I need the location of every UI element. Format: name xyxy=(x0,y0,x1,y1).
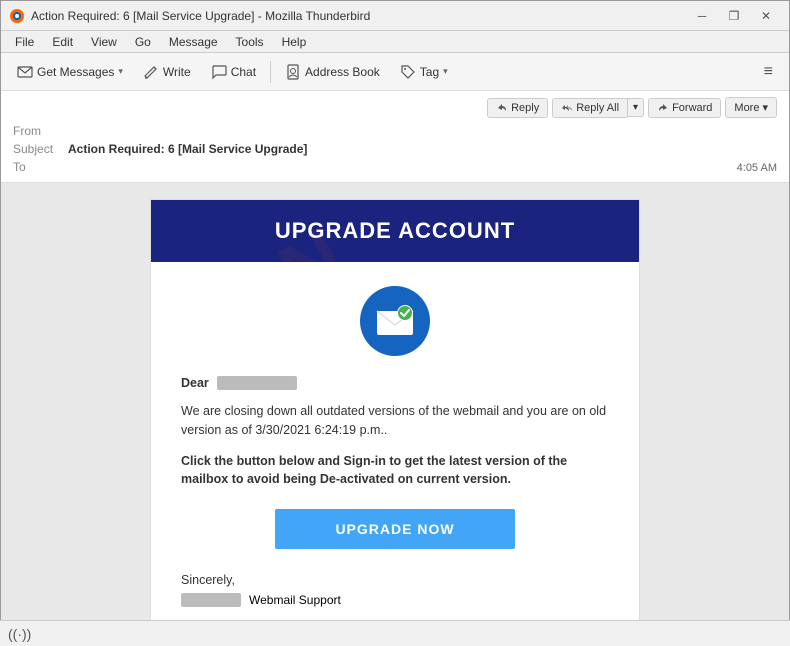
minimize-button[interactable]: ─ xyxy=(687,5,717,27)
tag-label: Tag xyxy=(420,65,439,79)
subject-label: Subject xyxy=(13,142,68,156)
envelope-icon xyxy=(375,305,415,337)
reply-all-icon xyxy=(561,102,573,114)
chat-label: Chat xyxy=(231,65,256,79)
close-button[interactable]: ✕ xyxy=(751,5,781,27)
to-field: To xyxy=(13,158,777,176)
address-book-icon xyxy=(285,64,301,80)
restore-button[interactable]: ❐ xyxy=(719,5,749,27)
title-bar: Action Required: 6 [Mail Service Upgrade… xyxy=(1,1,789,31)
sender-line: Webmail Support xyxy=(181,593,609,607)
to-label: To xyxy=(13,160,68,174)
from-label: From xyxy=(13,124,68,138)
upgrade-now-button[interactable]: UPGRADE NOW xyxy=(275,509,514,549)
dear-line: Dear xyxy=(181,376,609,390)
email-icon-circle xyxy=(360,286,430,356)
forward-label: Forward xyxy=(672,102,712,114)
reply-button[interactable]: Reply xyxy=(487,98,548,118)
tag-arrow[interactable]: ▾ xyxy=(443,66,448,77)
get-messages-arrow[interactable]: ▾ xyxy=(118,66,123,77)
more-arrow: ▾ xyxy=(762,101,768,114)
reply-label: Reply xyxy=(511,102,539,114)
toolbar: Get Messages ▾ Write Chat Address Book T… xyxy=(1,53,789,91)
more-label: More xyxy=(734,102,759,114)
card-body: Dear We are closing down all outdated ve… xyxy=(151,262,639,631)
email-header: Reply Reply All ▾ Forward More ▾ From xyxy=(1,91,789,183)
menu-bar: File Edit View Go Message Tools Help xyxy=(1,31,789,53)
menu-help[interactable]: Help xyxy=(274,33,315,51)
sender-redacted xyxy=(181,593,241,607)
write-button[interactable]: Write xyxy=(135,58,199,86)
body-paragraph-1: We are closing down all outdated version… xyxy=(181,402,609,440)
menu-message[interactable]: Message xyxy=(161,33,226,51)
reply-all-label: Reply All xyxy=(576,102,619,114)
from-field: From xyxy=(13,122,777,140)
more-button[interactable]: More ▾ xyxy=(725,97,777,118)
forward-icon xyxy=(657,102,669,114)
app-icon xyxy=(9,8,25,24)
email-card: 🔍 TRON TRON UPGRADE ACCOUNT xyxy=(150,199,640,631)
email-actions-toolbar: Reply Reply All ▾ Forward More ▾ xyxy=(13,97,777,118)
window-title: Action Required: 6 [Mail Service Upgrade… xyxy=(31,9,687,23)
recipient-redacted xyxy=(217,376,297,390)
reply-icon xyxy=(496,102,508,114)
tag-icon xyxy=(400,64,416,80)
forward-button[interactable]: Forward xyxy=(648,98,721,118)
chat-button[interactable]: Chat xyxy=(203,58,264,86)
status-icon: ((·)) xyxy=(8,626,31,642)
card-header: UPGRADE ACCOUNT xyxy=(151,200,639,262)
write-icon xyxy=(143,64,159,80)
get-messages-label: Get Messages xyxy=(37,65,114,79)
hamburger-button[interactable]: ≡ xyxy=(756,59,781,85)
chat-icon xyxy=(211,64,227,80)
get-messages-button[interactable]: Get Messages ▾ xyxy=(9,58,131,86)
card-header-title: UPGRADE ACCOUNT xyxy=(275,218,515,243)
menu-view[interactable]: View xyxy=(83,33,125,51)
address-book-button[interactable]: Address Book xyxy=(277,58,388,86)
window-controls: ─ ❐ ✕ xyxy=(687,5,781,27)
toolbar-separator-1 xyxy=(270,61,271,83)
dear-prefix: Dear xyxy=(181,376,209,390)
subject-value: Action Required: 6 [Mail Service Upgrade… xyxy=(68,142,307,156)
get-messages-icon xyxy=(17,64,33,80)
email-icon-container xyxy=(181,286,609,356)
sender-suffix: Webmail Support xyxy=(249,593,341,607)
menu-edit[interactable]: Edit xyxy=(44,33,81,51)
reply-all-dropdown[interactable]: ▾ xyxy=(627,98,644,117)
subject-field: Subject Action Required: 6 [Mail Service… xyxy=(13,140,777,158)
write-label: Write xyxy=(163,65,191,79)
tag-button[interactable]: Tag ▾ xyxy=(392,58,456,86)
address-book-label: Address Book xyxy=(305,65,380,79)
email-content-area: 🔍 TRON TRON UPGRADE ACCOUNT xyxy=(1,183,789,631)
menu-file[interactable]: File xyxy=(7,33,42,51)
reply-all-group: Reply All ▾ xyxy=(552,98,644,118)
menu-tools[interactable]: Tools xyxy=(228,33,272,51)
body-paragraph-2: Click the button below and Sign-in to ge… xyxy=(181,452,609,490)
reply-all-button[interactable]: Reply All xyxy=(552,98,627,118)
email-time: 4:05 AM xyxy=(737,162,777,174)
menu-go[interactable]: Go xyxy=(127,33,159,51)
upgrade-button-container: UPGRADE NOW xyxy=(181,509,609,549)
status-bar: ((·)) xyxy=(0,620,790,646)
sincerely-text: Sincerely, xyxy=(181,573,609,587)
